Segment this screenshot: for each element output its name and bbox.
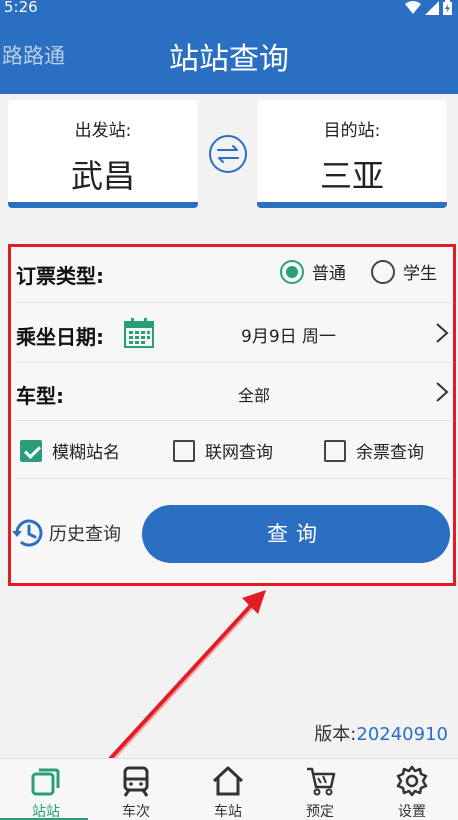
- fuzzy-station-checkbox[interactable]: 模糊站名: [20, 438, 120, 463]
- home-station-icon: [212, 766, 244, 796]
- departure-station-card[interactable]: 出发站: 武昌: [8, 100, 198, 208]
- nav-label: 车次: [122, 804, 150, 820]
- checkbox-box: [173, 439, 195, 462]
- radio-circle: [371, 259, 395, 284]
- query-form-panel: 订票类型: 普通 学生 乘坐日期: 9月9日 周一 车型: 全部 模糊站名 联网…: [8, 244, 456, 586]
- history-query-button[interactable]: 历史查询: [11, 515, 121, 551]
- radio-label: 学生: [403, 264, 437, 284]
- date-value: 9月9日 周一: [241, 327, 337, 347]
- signal-icon: [425, 0, 439, 15]
- ticket-availability-checkbox[interactable]: 余票查询: [324, 438, 424, 463]
- bottom-nav: 站站 车次 车站 预定 设置: [0, 758, 458, 820]
- battery-icon: [443, 0, 452, 15]
- query-button[interactable]: 查询: [142, 505, 450, 563]
- app-bar: 路路通 站站查询: [0, 16, 458, 94]
- chevron-right-icon: [436, 382, 449, 402]
- nav-item-station-to-station[interactable]: 站站: [0, 759, 92, 820]
- departure-label: 出发站:: [74, 121, 132, 141]
- nav-label: 设置: [398, 804, 426, 820]
- radio-label: 普通: [312, 264, 346, 284]
- swap-stations-icon[interactable]: [208, 134, 248, 174]
- checkbox-label: 余票查询: [356, 443, 424, 463]
- wifi-icon: [405, 1, 421, 14]
- status-bar: 5:26: [0, 0, 458, 16]
- page-title: 站站查询: [169, 42, 289, 77]
- train-type-value: 全部: [238, 386, 271, 405]
- version-number: 20240910: [356, 724, 448, 745]
- history-query-label: 历史查询: [49, 524, 121, 545]
- version-label: 版本:: [314, 724, 357, 745]
- ticket-type-row: 订票类型: 普通 学生: [16, 247, 451, 303]
- version-info: 版本:20240910: [314, 720, 448, 746]
- departure-value: 武昌: [70, 157, 135, 195]
- destination-station-card[interactable]: 目的站: 三亚: [257, 100, 447, 208]
- calendar-icon: [124, 318, 154, 348]
- destination-value: 三亚: [319, 157, 384, 195]
- options-row: 模糊站名 联网查询 余票查询: [16, 421, 451, 479]
- destination-label: 目的站:: [323, 121, 381, 141]
- status-icons: [405, 0, 452, 15]
- cart-icon: [307, 767, 336, 796]
- train-type-label: 车型:: [16, 384, 64, 408]
- checkbox-label: 模糊站名: [52, 443, 120, 463]
- gear-icon: [396, 765, 428, 797]
- nav-item-booking[interactable]: 预定: [274, 759, 366, 820]
- date-row[interactable]: 乘坐日期: 9月9日 周一: [16, 303, 451, 363]
- nav-label: 预定: [306, 804, 334, 820]
- nav-item-settings[interactable]: 设置: [366, 759, 458, 820]
- nav-item-station[interactable]: 车站: [182, 759, 274, 820]
- checkbox-box: [20, 439, 42, 462]
- nav-label: 车站: [214, 804, 242, 820]
- date-label: 乘坐日期:: [16, 325, 104, 349]
- nav-item-train[interactable]: 车次: [90, 759, 182, 820]
- chevron-right-icon: [436, 323, 449, 343]
- online-query-checkbox[interactable]: 联网查询: [173, 438, 273, 463]
- checkbox-label: 联网查询: [205, 443, 273, 463]
- station-to-station-icon: [31, 768, 60, 796]
- checkbox-box: [324, 439, 346, 462]
- ticket-type-label: 订票类型:: [16, 264, 104, 288]
- history-icon: [12, 519, 43, 547]
- train-type-row[interactable]: 车型: 全部: [16, 363, 451, 421]
- train-icon: [123, 766, 149, 797]
- ticket-type-student-radio[interactable]: 学生: [371, 259, 437, 284]
- nav-label: 站站: [32, 804, 60, 820]
- status-time: 5:26: [4, 0, 38, 16]
- radio-circle: [280, 259, 304, 284]
- ticket-type-normal-radio[interactable]: 普通: [280, 259, 346, 284]
